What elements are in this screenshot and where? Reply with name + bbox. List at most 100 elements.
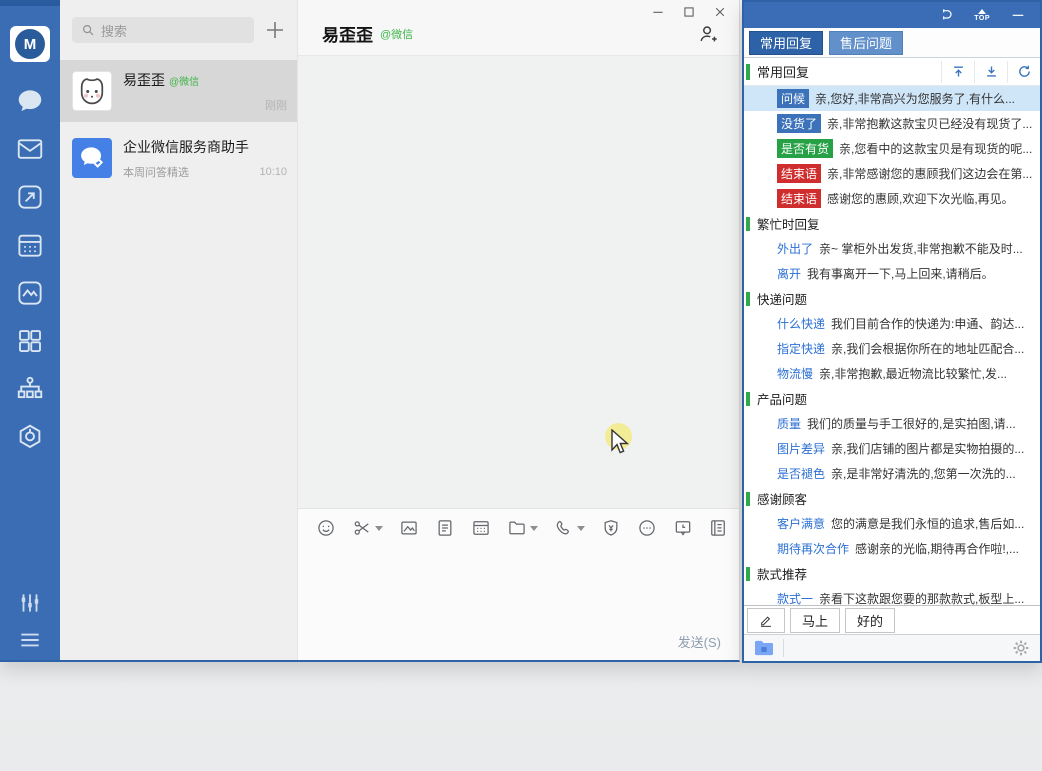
quick-reply-label[interactable]: 期待再次合作 — [777, 540, 849, 557]
quick-reply-label[interactable]: 外出了 — [777, 240, 813, 257]
quick-reply-item[interactable]: 图片差异 亲,我们店铺的图片都是实物拍摄的... — [744, 436, 1040, 461]
org-chart-icon[interactable] — [15, 374, 45, 404]
chat-name: 易歪歪 — [123, 70, 165, 90]
quick-reply-section[interactable]: 繁忙时回复 — [744, 211, 1040, 236]
quick-reply-label[interactable]: 什么快递 — [777, 315, 825, 332]
chat-bubble-icon[interactable] — [15, 86, 45, 116]
section-bar — [746, 64, 750, 80]
sidebar-bottom-nav — [17, 590, 43, 653]
quick-phrase-button[interactable]: 好的 — [845, 608, 895, 633]
emoji-icon — [316, 518, 336, 538]
quick-reply-text: 您的满意是我们永恒的追求,售后如... — [831, 515, 1040, 532]
quick-reply-label[interactable]: 是否褪色 — [777, 465, 825, 482]
quick-reply-label[interactable]: 产品问题 — [757, 389, 807, 408]
chat-list-item[interactable]: 易歪歪 @微信 刚刚 — [60, 60, 297, 122]
quick-reply-item[interactable]: 结束语 亲,非常感谢您的惠顾我们这边会在第... — [744, 161, 1040, 186]
apps-grid-icon[interactable] — [15, 326, 45, 356]
menu-icon[interactable] — [17, 627, 43, 653]
edit-phrases-button[interactable] — [747, 608, 785, 633]
quick-reply-label[interactable]: 繁忙时回复 — [757, 214, 820, 233]
quick-reply-label[interactable]: 感谢顾客 — [757, 489, 807, 508]
dropdown-caret-icon — [375, 526, 383, 531]
quick-reply-label[interactable]: 没货了 — [777, 114, 821, 133]
quick-reply-item[interactable]: 客户满意 您的满意是我们永恒的追求,售后如... — [744, 511, 1040, 536]
quick-reply-item[interactable]: 质量 我们的质量与手工很好的,是实拍图,请... — [744, 411, 1040, 436]
search-icon — [81, 23, 95, 37]
quick-reply-label[interactable]: 离开 — [777, 265, 801, 282]
sliders-icon[interactable] — [17, 590, 43, 616]
quick-reply-item[interactable]: 结束语 感谢您的惠顾,欢迎下次光临,再见。 — [744, 186, 1040, 211]
chat-list-item[interactable]: 企业微信服务商助手 本周问答精选 10:10 — [60, 127, 297, 189]
person-add-icon[interactable] — [697, 23, 719, 45]
quick-reply-text: 亲,我们店铺的图片都是实物拍摄的... — [831, 440, 1040, 457]
add-chat-button[interactable] — [263, 18, 287, 42]
sidebar-nav — [15, 86, 45, 452]
quick-reply-item[interactable]: 外出了 亲~ 掌柜外出发货,非常抱歉不能及时... — [744, 236, 1040, 261]
chat-title-badge: @微信 — [380, 26, 413, 42]
window-close-button[interactable] — [713, 5, 727, 19]
quick-reply-item[interactable]: 是否褪色 亲,是非常好清洗的,您第一次洗的... — [744, 461, 1040, 486]
mail-icon[interactable] — [15, 134, 45, 164]
toolbar-right — [673, 518, 728, 538]
quick-reply-label[interactable]: 款式推荐 — [757, 564, 807, 583]
refresh-button[interactable] — [1007, 61, 1040, 83]
send-button[interactable]: 发送(S) — [678, 632, 721, 651]
quick-reply-label[interactable]: 款式一 — [777, 590, 813, 605]
quick-reply-label[interactable]: 结束语 — [777, 164, 821, 183]
gear-icon[interactable] — [1011, 638, 1031, 658]
quick-reply-item[interactable]: 指定快递 亲,我们会根据你所在的地址匹配合... — [744, 336, 1040, 361]
quick-panel-titlebar: TOP — [744, 2, 1040, 28]
quick-reply-label[interactable]: 图片差异 — [777, 440, 825, 457]
quick-panel-tab[interactable]: 常用回复 — [749, 31, 823, 55]
quick-reply-label[interactable]: 指定快递 — [777, 340, 825, 357]
quick-reply-label[interactable]: 快递问题 — [757, 289, 807, 308]
calendar-icon[interactable] — [15, 230, 45, 260]
expand-to-bottom-button[interactable] — [974, 61, 1007, 83]
quick-reply-label[interactable]: 是否有货 — [777, 139, 833, 158]
scroll-to-top-button[interactable]: TOP — [974, 9, 990, 22]
window-minimize-button[interactable] — [651, 5, 665, 19]
search-input[interactable]: 搜索 — [72, 17, 254, 43]
quick-reply-text: 亲~ 掌柜外出发货,非常抱歉不能及时... — [819, 240, 1040, 257]
sidebar: M — [0, 0, 60, 660]
gallery-icon[interactable] — [15, 278, 45, 308]
collapse-to-top-button[interactable] — [941, 61, 974, 83]
quick-panel-tabs: 常用回复 售后问题 — [744, 28, 1040, 58]
quick-reply-text: 感谢亲的光临,期待再合作啦!,... — [855, 540, 1040, 557]
quick-reply-item[interactable]: 离开 我有事离开一下,马上回来,请稍后。 — [744, 261, 1040, 286]
quick-panel-tab[interactable]: 售后问题 — [829, 31, 903, 55]
pencil-icon — [759, 612, 773, 629]
input-panel: 发送(S) — [298, 508, 739, 660]
message-input[interactable] — [298, 547, 739, 660]
quick-reply-text: 我有事离开一下,马上回来,请稍后。 — [807, 265, 1040, 282]
folder-library-icon[interactable] — [753, 639, 775, 657]
quick-reply-item[interactable]: 物流慢 亲,非常抱歉,最近物流比较繁忙,发... — [744, 361, 1040, 386]
quick-reply-label[interactable]: 物流慢 — [777, 365, 813, 382]
dock-icon[interactable] — [938, 7, 954, 23]
quick-reply-item[interactable]: 没货了 亲,非常抱歉这款宝贝已经没有现货了... — [744, 111, 1040, 136]
quick-reply-label[interactable]: 问候 — [777, 89, 809, 108]
quick-reply-item[interactable]: 是否有货 亲,您看中的这款宝贝是有现货的呢... — [744, 136, 1040, 161]
quick-reply-section[interactable]: 快递问题 — [744, 286, 1040, 311]
quick-reply-label[interactable]: 客户满意 — [777, 515, 825, 532]
quick-reply-text: 亲,非常抱歉这款宝贝已经没有现货了... — [827, 115, 1040, 132]
panel-minimize-button[interactable] — [1010, 7, 1026, 23]
quick-reply-item[interactable]: 问候 亲,您好,非常高兴为您服务了,有什么... — [744, 86, 1040, 111]
window-maximize-button[interactable] — [682, 5, 696, 19]
quick-reply-label[interactable]: 质量 — [777, 415, 801, 432]
quick-reply-section[interactable]: 感谢顾客 — [744, 486, 1040, 511]
quick-reply-section[interactable]: 产品问题 — [744, 386, 1040, 411]
quick-phrase-button[interactable]: 马上 — [790, 608, 840, 633]
message-history[interactable] — [298, 56, 739, 508]
workbench-icon[interactable] — [15, 182, 45, 212]
quick-reply-label[interactable]: 结束语 — [777, 189, 821, 208]
more-icon — [637, 518, 657, 538]
quick-reply-item[interactable]: 什么快递 我们目前合作的快递为:申通、韵达... — [744, 311, 1040, 336]
quick-reply-item[interactable]: 期待再次合作 感谢亲的光临,期待再合作啦!,... — [744, 536, 1040, 561]
expand-bottom-icon — [984, 64, 999, 79]
quick-reply-section[interactable]: 款式推荐 — [744, 561, 1040, 586]
image-icon — [399, 518, 419, 538]
dropdown-caret-icon — [577, 526, 585, 531]
quick-reply-item[interactable]: 款式一 亲看下这款跟您要的那款款式,板型上... — [744, 586, 1040, 605]
workspace-box-icon[interactable] — [15, 422, 45, 452]
